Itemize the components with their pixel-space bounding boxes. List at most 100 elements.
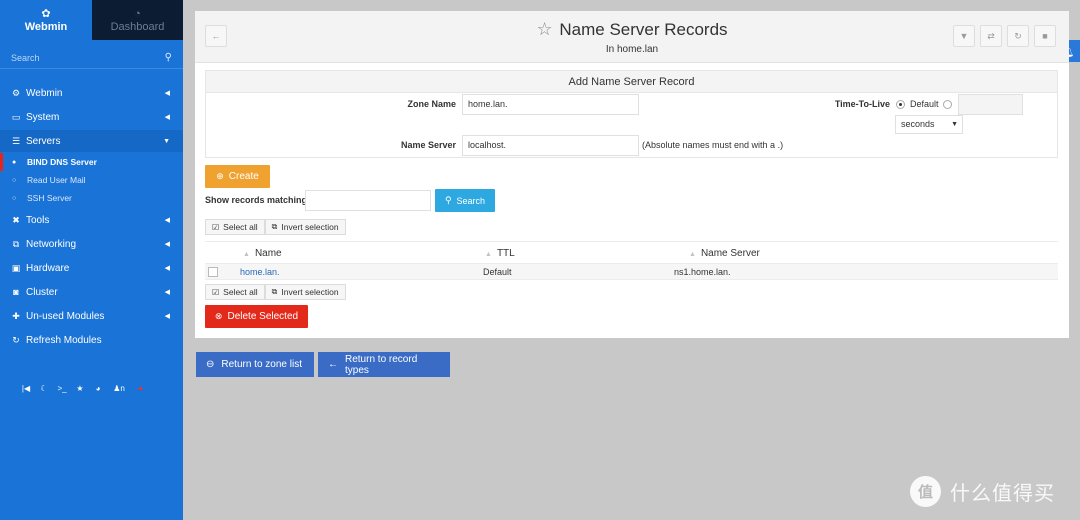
column-header-label: Name xyxy=(254,248,282,259)
sidebar-item-label: System xyxy=(26,111,60,123)
bullet-hollow-icon: ○ xyxy=(12,176,17,184)
zone-name-field[interactable]: home.lan. xyxy=(462,94,639,115)
name-server-field[interactable]: localhost. xyxy=(462,135,639,156)
module-config-button[interactable]: ■ xyxy=(1034,25,1056,47)
tab-dashboard[interactable]: ◔ Dashboard xyxy=(92,0,183,40)
return-to-zone-list-button[interactable]: ⊖ Return to zone list xyxy=(196,352,314,377)
user-icon: ♟ xyxy=(113,383,121,393)
sidebar-tabs: ✿ Webmin ◔ Dashboard xyxy=(0,0,183,40)
bullet-hollow-icon: ○ xyxy=(12,194,17,202)
ttl-custom-radio[interactable] xyxy=(943,100,952,109)
dashboard-gauge-icon: ◔ xyxy=(134,7,141,20)
checkbox-checked-icon: ☑ xyxy=(212,287,220,297)
invert-selection-button[interactable]: ⧉ Invert selection xyxy=(264,219,346,235)
puzzle-icon: ✚ xyxy=(12,310,20,321)
record-name-link[interactable]: home.lan. xyxy=(240,267,280,277)
column-header-ttl[interactable]: ▲ TTL xyxy=(485,248,515,259)
search-button[interactable]: ⚲ Search xyxy=(435,189,495,212)
sidebar: ✿ Webmin ◔ Dashboard Search ⚲ ⚙ Webmin ◀… xyxy=(0,0,183,520)
refresh-button[interactable]: ↻ xyxy=(1007,25,1029,47)
sidebar-item-label: Networking xyxy=(26,238,77,250)
records-table: ▲ Name ▲ TTL ▲ Name Server home.lan. Defaul… xyxy=(205,241,1058,280)
sidebar-item-label: Tools xyxy=(26,214,50,226)
sidebar-subitem-label: BIND DNS Server xyxy=(27,157,97,167)
select-all-button[interactable]: ☑ Select all xyxy=(205,219,265,235)
search-label: Show records matching: xyxy=(205,195,311,205)
search-icon: ⚲ xyxy=(444,195,452,205)
sidebar-item-system[interactable]: ▭ System ◀ xyxy=(0,106,183,128)
user-menu-icon[interactable]: ♟ n xyxy=(108,380,130,396)
square-icon: ■ xyxy=(1042,31,1048,41)
select-all-label: Select all xyxy=(223,287,258,297)
invert-selection-label: Invert selection xyxy=(281,287,339,297)
sidebar-item-cluster[interactable]: ◙ Cluster ◀ xyxy=(0,281,183,303)
cluster-icon: ◙ xyxy=(13,287,19,297)
main-panel: ← ☆ Name Server Records In home.lan ▼ ⇄ … xyxy=(195,11,1069,338)
sidebar-item-webmin[interactable]: ⚙ Webmin ◀ xyxy=(0,82,183,104)
reload-module-button[interactable]: ⇄ xyxy=(980,25,1002,47)
refresh-icon: ↻ xyxy=(1014,30,1022,41)
create-button[interactable]: ⊕ Create xyxy=(205,165,270,188)
tab-webmin[interactable]: ✿ Webmin xyxy=(0,0,92,40)
sidebar-subitem-label: SSH Server xyxy=(27,193,72,203)
star-icon[interactable]: ★ xyxy=(72,380,88,396)
gear-icon: ⚙ xyxy=(11,87,21,98)
sidebar-item-refresh-modules[interactable]: ↻ Refresh Modules xyxy=(0,329,183,351)
caret-left-icon: ◀ xyxy=(164,90,170,97)
sidebar-item-unused-modules[interactable]: ✚ Un-used Modules ◀ xyxy=(0,305,183,327)
server-list-icon: ☰ xyxy=(11,135,21,146)
name-server-note: (Absolute names must end with a .) xyxy=(642,140,784,150)
times-circle-icon: ⊗ xyxy=(214,311,223,321)
return-zone-label: Return to zone list xyxy=(221,359,302,370)
return-to-record-types-button[interactable]: ← Return to record types xyxy=(318,352,450,377)
ttl-value-field[interactable] xyxy=(958,94,1023,115)
plus-circle-icon: ⊕ xyxy=(216,171,224,181)
invert-selection-button[interactable]: ⧉ Invert selection xyxy=(264,284,346,300)
wrench-icon: ✖ xyxy=(12,214,20,225)
monitor-icon: ▭ xyxy=(11,111,21,122)
tab-webmin-label: Webmin xyxy=(24,20,68,33)
filter-button[interactable]: ▼ xyxy=(953,25,975,47)
sort-icon: ▲ xyxy=(243,251,250,258)
caret-left-icon: ◀ xyxy=(164,289,170,296)
favorite-star-icon[interactable]: ☆ xyxy=(536,19,552,39)
sidebar-item-networking[interactable]: ⧉ Networking ◀ xyxy=(0,233,183,255)
skip-back-icon[interactable]: |◀ xyxy=(18,380,34,396)
record-name-server: ns1.home.lan. xyxy=(674,267,731,277)
sidebar-subitem-read-user-mail[interactable]: ○ Read User Mail xyxy=(0,171,183,189)
search-icon[interactable]: ⚲ xyxy=(165,52,172,63)
row-checkbox[interactable] xyxy=(208,267,218,277)
sidebar-item-tools[interactable]: ✖ Tools ◀ xyxy=(0,209,183,231)
ttl-default-radio[interactable] xyxy=(896,100,905,109)
records-search-input[interactable] xyxy=(305,190,431,211)
table-header: ▲ Name ▲ TTL ▲ Name Server xyxy=(205,241,1058,264)
caret-left-icon: ◀ xyxy=(164,313,170,320)
delete-selected-button[interactable]: ⊗ Delete Selected xyxy=(205,305,308,328)
caret-down-icon: ▼ xyxy=(163,137,170,145)
tab-dashboard-label: Dashboard xyxy=(110,20,165,33)
ttl-unit-value: seconds xyxy=(901,119,935,129)
moon-icon[interactable]: ☾ xyxy=(36,380,52,396)
watermark-text: 什么值得买 xyxy=(950,483,1055,505)
sidebar-item-label: Servers xyxy=(26,135,61,147)
return-types-label: Return to record types xyxy=(345,353,418,376)
arrow-left-icon: ← xyxy=(328,359,338,370)
palette-icon[interactable]: ◕ xyxy=(90,380,106,396)
sidebar-item-servers[interactable]: ☰ Servers ▼ xyxy=(0,130,183,152)
logout-icon[interactable]: ➜ xyxy=(132,380,148,396)
sidebar-search[interactable]: Search ⚲ xyxy=(0,47,183,69)
terminal-icon[interactable]: >_ xyxy=(54,380,70,396)
page-title-row: ☆ Name Server Records xyxy=(195,19,1069,40)
sidebar-subitem-bind-dns[interactable]: ● BIND DNS Server xyxy=(0,153,183,171)
column-header-label: TTL xyxy=(496,248,515,259)
sidebar-item-label: Refresh Modules xyxy=(26,334,102,346)
ttl-unit-select[interactable]: seconds ▼ xyxy=(895,115,963,134)
column-header-name-server[interactable]: ▲ Name Server xyxy=(689,248,760,259)
select-all-button[interactable]: ☑ Select all xyxy=(205,284,265,300)
sidebar-item-hardware[interactable]: ▣ Hardware ◀ xyxy=(0,257,183,279)
sort-icon: ▲ xyxy=(689,251,696,258)
column-header-name[interactable]: ▲ Name xyxy=(243,248,282,259)
column-header-label: Name Server xyxy=(700,248,760,259)
sidebar-subitem-ssh-server[interactable]: ○ SSH Server xyxy=(0,189,183,207)
sidebar-search-input[interactable]: Search xyxy=(11,53,40,63)
